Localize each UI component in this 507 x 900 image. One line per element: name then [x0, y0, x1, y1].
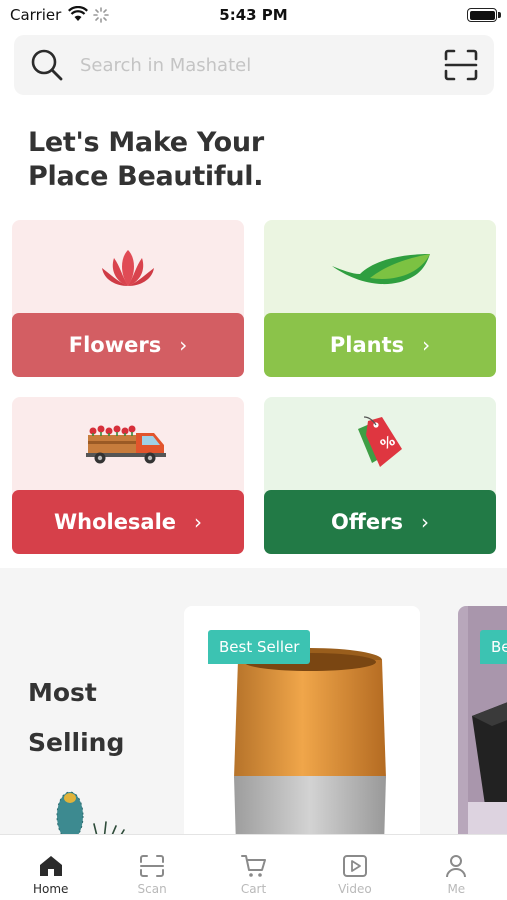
clock: 5:43 PM	[219, 6, 288, 24]
tab-label: Me	[447, 882, 466, 896]
category-card-offers[interactable]: % Offers ›	[264, 397, 496, 554]
planter-pot-image	[234, 648, 386, 834]
battery-icon	[467, 8, 501, 22]
offers-button[interactable]: Offers ›	[264, 490, 496, 554]
tab-me[interactable]: Me	[406, 835, 507, 900]
flowers-button[interactable]: Flowers ›	[12, 313, 244, 377]
search-bar[interactable]	[14, 35, 494, 95]
plants-button[interactable]: Plants ›	[264, 313, 496, 377]
bottom-tab-bar: Home Scan Cart Video Me	[0, 834, 507, 900]
leaf-icon	[332, 254, 430, 285]
headline-line-2: Place Beautiful.	[28, 161, 264, 192]
scan-icon	[140, 855, 165, 877]
category-card-plants[interactable]: Plants ›	[264, 220, 496, 377]
most-selling-section: Most Selling Best Seller Be	[0, 568, 507, 834]
truck-icon	[86, 425, 166, 464]
tab-home[interactable]: Home	[0, 835, 101, 900]
person-icon	[446, 855, 467, 878]
category-label: Wholesale	[53, 510, 177, 534]
lotus-icon	[102, 250, 154, 286]
search-input[interactable]	[80, 47, 420, 83]
tab-label: Video	[338, 882, 372, 896]
product-card[interactable]: Be	[458, 606, 507, 834]
tab-label: Home	[32, 882, 69, 896]
chevron-right-icon: ›	[179, 333, 188, 357]
tab-scan[interactable]: Scan	[101, 835, 202, 900]
category-card-flowers[interactable]: Flowers ›	[12, 220, 244, 377]
cactus-image	[56, 791, 125, 834]
tab-video[interactable]: Video	[304, 835, 405, 900]
product-card[interactable]: Best Seller	[184, 606, 420, 834]
tab-label: Scan	[137, 882, 167, 896]
tab-label: Cart	[240, 882, 267, 896]
category-label: Offers	[331, 510, 403, 534]
cart-icon	[240, 855, 266, 877]
price-tag-icon: %	[358, 416, 402, 467]
status-bar: Carrier 5:43 PM	[0, 0, 507, 32]
tab-cart[interactable]: Cart	[203, 835, 304, 900]
section-title: Most Selling	[28, 668, 148, 768]
page-headline: Let's Make Your Place Beautiful.	[28, 126, 264, 194]
video-icon	[342, 855, 367, 877]
section-title-line-2: Selling	[28, 728, 125, 757]
search-icon[interactable]	[30, 48, 64, 86]
best-seller-badge: Best Seller	[208, 630, 311, 664]
wholesale-button[interactable]: Wholesale ›	[12, 490, 244, 554]
home-icon	[39, 856, 62, 876]
category-label: Flowers	[68, 333, 162, 357]
chevron-right-icon: ›	[420, 510, 429, 534]
headline-line-1: Let's Make Your	[28, 127, 264, 158]
category-card-wholesale[interactable]: Wholesale ›	[12, 397, 244, 554]
best-seller-badge: Be	[480, 630, 507, 664]
section-title-line-1: Most	[28, 678, 97, 707]
barcode-scan-icon[interactable]	[444, 49, 478, 85]
chevron-right-icon: ›	[422, 333, 431, 357]
chevron-right-icon: ›	[194, 510, 203, 534]
category-label: Plants	[329, 333, 405, 357]
